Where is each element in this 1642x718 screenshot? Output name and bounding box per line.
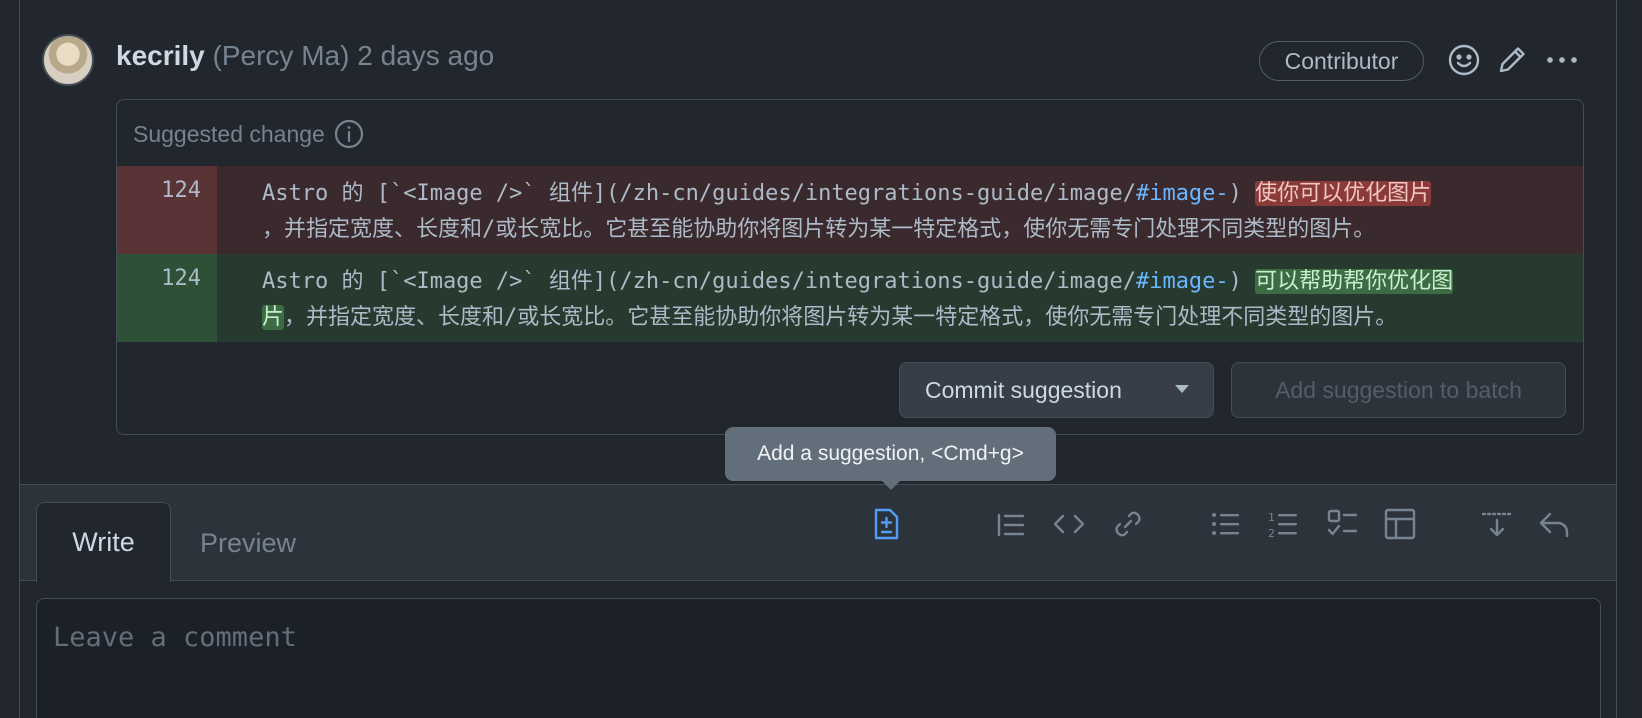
- pencil-icon[interactable]: [1494, 42, 1530, 78]
- tab-write[interactable]: Write: [36, 502, 171, 582]
- add-to-batch-button: Add suggestion to batch: [1231, 362, 1566, 418]
- code-text-wrap: ，并指定宽度、长度和/或长宽比。它甚至能协助你将图片转为某一特定格式，使你无需专…: [284, 305, 1398, 330]
- comment-box: [36, 598, 1601, 718]
- quote-icon[interactable]: [993, 506, 1029, 542]
- svg-text:2: 2: [1268, 527, 1275, 540]
- mention-down-icon[interactable]: [1479, 506, 1515, 542]
- svg-text:1: 1: [1268, 511, 1275, 524]
- diff-row-added: 124 Astro 的 [`<Image />` 组件](/zh-cn/guid…: [117, 254, 1583, 342]
- commit-suggestion-button[interactable]: Commit suggestion: [899, 362, 1214, 418]
- ordered-list-icon[interactable]: 12: [1266, 506, 1302, 542]
- commit-suggestion-label: Commit suggestion: [925, 376, 1122, 403]
- code-text: ): [1228, 269, 1256, 294]
- code-anchor: #image-: [1135, 269, 1229, 294]
- suggested-change-header: Suggested change: [133, 118, 365, 150]
- tooltip-arrow: [881, 480, 901, 490]
- comment-timestamp[interactable]: 2 days ago: [357, 40, 494, 71]
- tooltip: Add a suggestion, <Cmd+g>: [725, 427, 1056, 481]
- comment-header: kecrily (Percy Ma) 2 days ago: [116, 40, 494, 72]
- avatar[interactable]: [42, 34, 94, 86]
- deleted-code-line: Astro 的 [`<Image />` 组件](/zh-cn/guides/i…: [262, 176, 1562, 248]
- contributor-badge: Contributor: [1259, 41, 1424, 81]
- code-icon[interactable]: [1051, 506, 1087, 542]
- comment-input[interactable]: [53, 617, 1573, 657]
- suggested-change-title: Suggested change: [133, 120, 325, 147]
- line-number: 124: [117, 254, 217, 342]
- kebab-menu-icon[interactable]: [1544, 42, 1580, 78]
- code-text: Astro 的 [`<Image />` 组件](/zh-cn/guides/i…: [262, 269, 1136, 294]
- link-icon[interactable]: [1110, 506, 1146, 542]
- smiley-icon[interactable]: [1446, 42, 1482, 78]
- unordered-list-icon[interactable]: [1208, 506, 1244, 542]
- code-text: Astro 的 [`<Image />` 组件](/zh-cn/guides/i…: [262, 181, 1136, 206]
- info-icon[interactable]: [333, 118, 365, 150]
- code-text: ): [1228, 181, 1256, 206]
- chevron-down-icon: [1175, 385, 1189, 393]
- diff-row-deleted: 124 Astro 的 [`<Image />` 组件](/zh-cn/guid…: [117, 166, 1583, 254]
- author-link[interactable]: kecrily: [116, 40, 205, 71]
- added-code-line: Astro 的 [`<Image />` 组件](/zh-cn/guides/i…: [262, 264, 1562, 336]
- added-highlight: 可以帮助帮你优化图: [1255, 269, 1454, 294]
- added-highlight: 片: [262, 305, 285, 330]
- reply-icon[interactable]: [1536, 506, 1572, 542]
- table-icon[interactable]: [1382, 506, 1418, 542]
- tab-preview[interactable]: Preview: [200, 520, 296, 566]
- task-list-icon[interactable]: [1325, 506, 1361, 542]
- suggested-change-block: Suggested change 124 Astro 的 [`<Image />…: [116, 99, 1584, 435]
- author-full-name: (Percy Ma): [212, 40, 350, 71]
- code-anchor: #image-: [1135, 181, 1229, 206]
- deleted-highlight: 使你可以优化图片: [1255, 181, 1432, 206]
- line-number: 124: [117, 166, 217, 254]
- code-text-wrap: ，并指定宽度、长度和/或长宽比。它甚至能协助你将图片转为某一特定格式，使你无需专…: [262, 217, 1376, 242]
- suggestion-icon[interactable]: [868, 506, 904, 542]
